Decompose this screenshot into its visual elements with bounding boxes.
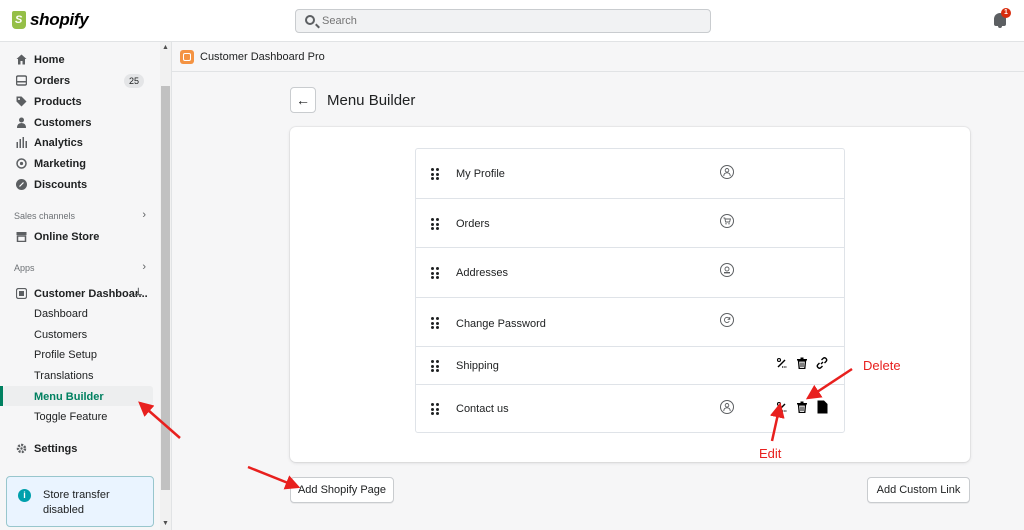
chevron-right-icon: › bbox=[142, 209, 146, 221]
sidebar-item-label: Discounts bbox=[34, 179, 88, 191]
shopify-logo[interactable]: shopify bbox=[12, 10, 89, 30]
shopify-bag-icon bbox=[12, 11, 26, 29]
sidebar-item-marketing[interactable]: Marketing bbox=[0, 154, 160, 174]
sidebar-item-label: Online Store bbox=[34, 231, 100, 243]
discount-icon bbox=[16, 179, 27, 190]
search-icon bbox=[305, 15, 315, 25]
menu-item-label: Addresses bbox=[456, 267, 508, 279]
sub-item-translations[interactable]: Translations bbox=[34, 370, 94, 382]
target-icon bbox=[16, 158, 27, 169]
brand-name: shopify bbox=[30, 10, 89, 29]
drag-handle-icon[interactable] bbox=[431, 267, 439, 279]
bar-chart-icon bbox=[16, 137, 27, 148]
edit-icon[interactable] bbox=[776, 401, 788, 413]
tag-icon bbox=[16, 96, 27, 107]
sub-item-dashboard[interactable]: Dashboard bbox=[34, 308, 88, 320]
delete-icon[interactable] bbox=[796, 357, 808, 370]
app-logo-icon bbox=[180, 50, 194, 64]
list-item[interactable]: Change Password bbox=[416, 298, 844, 347]
scroll-down-icon[interactable]: ▼ bbox=[162, 520, 169, 527]
drag-handle-icon[interactable] bbox=[431, 317, 439, 329]
sidebar-item-label: Orders bbox=[34, 75, 71, 87]
sidebar-item-products[interactable]: Products bbox=[0, 92, 160, 112]
list-item[interactable]: Orders bbox=[416, 199, 844, 248]
drag-handle-icon[interactable] bbox=[431, 403, 439, 415]
menu-item-label: Shipping bbox=[456, 360, 499, 372]
app-title: Customer Dashboard Pro bbox=[200, 51, 325, 63]
sidebar-item-label: Products bbox=[34, 96, 82, 108]
top-bar: shopify 1 bbox=[0, 0, 1024, 42]
sub-item-menu-builder[interactable]: Menu Builder bbox=[34, 391, 104, 403]
active-item-indicator bbox=[0, 386, 3, 406]
refresh-circle-icon bbox=[720, 313, 734, 327]
person-circle-icon bbox=[720, 400, 734, 414]
sidebar-item-label: Customers bbox=[34, 117, 92, 129]
sidebar-item-discounts[interactable]: Discounts bbox=[0, 175, 160, 195]
app-header: Customer Dashboard Pro bbox=[172, 42, 1024, 72]
drag-handle-icon[interactable] bbox=[431, 168, 439, 180]
cart-circle-icon bbox=[720, 214, 734, 228]
sidebar-item-label: Marketing bbox=[34, 158, 86, 170]
sidebar: Home Orders 25 Products Customers Analyt… bbox=[0, 42, 172, 530]
list-item[interactable]: Addresses bbox=[416, 248, 844, 298]
app-icon bbox=[16, 288, 27, 299]
apps-heading[interactable]: Apps › bbox=[14, 261, 146, 273]
list-item[interactable]: Shipping bbox=[416, 347, 844, 385]
orders-count-badge: 25 bbox=[124, 74, 144, 88]
drag-handle-icon[interactable] bbox=[431, 218, 439, 230]
orders-icon bbox=[16, 75, 27, 86]
sidebar-item-app[interactable]: Customer Dashboar... ⊥ bbox=[0, 284, 160, 304]
sidebar-item-customers[interactable]: Customers bbox=[0, 113, 160, 133]
menu-item-label: My Profile bbox=[456, 168, 505, 180]
page-icon[interactable] bbox=[816, 400, 828, 414]
menu-list: My Profile Orders Addresses Change Passw… bbox=[415, 148, 845, 433]
sidebar-item-label: Customer Dashboar... bbox=[34, 288, 148, 300]
menu-item-label: Contact us bbox=[456, 403, 509, 415]
store-transfer-banner: i Store transfer disabled bbox=[6, 476, 154, 527]
sidebar-item-settings[interactable]: Settings bbox=[0, 439, 160, 459]
sales-channels-heading[interactable]: Sales channels › bbox=[14, 209, 146, 221]
sub-item-customers[interactable]: Customers bbox=[34, 329, 87, 341]
sidebar-item-analytics[interactable]: Analytics bbox=[0, 133, 160, 153]
sidebar-item-label: Settings bbox=[34, 443, 78, 455]
person-circle-icon bbox=[720, 165, 734, 179]
back-button[interactable]: ← bbox=[290, 87, 316, 113]
scroll-up-icon[interactable]: ▲ bbox=[162, 44, 169, 51]
apps-label: Apps bbox=[14, 263, 35, 273]
home-icon bbox=[16, 54, 27, 65]
sub-item-profile-setup[interactable]: Profile Setup bbox=[34, 349, 97, 361]
add-shopify-page-button[interactable]: Add Shopify Page bbox=[290, 477, 394, 503]
drag-handle-icon[interactable] bbox=[431, 360, 439, 372]
menu-item-label: Orders bbox=[456, 218, 490, 230]
store-icon bbox=[16, 231, 27, 242]
add-custom-link-button[interactable]: Add Custom Link bbox=[867, 477, 970, 503]
sales-channels-label: Sales channels bbox=[14, 211, 76, 221]
delete-icon[interactable] bbox=[796, 401, 808, 414]
edit-annotation: Edit bbox=[759, 446, 782, 461]
sub-item-toggle-feature[interactable]: Toggle Feature bbox=[34, 411, 107, 423]
address-circle-icon bbox=[720, 263, 734, 277]
chevron-right-icon: › bbox=[142, 261, 146, 273]
search-bar[interactable] bbox=[295, 9, 711, 33]
menu-item-label: Change Password bbox=[456, 318, 546, 330]
search-input[interactable] bbox=[322, 10, 702, 32]
edit-icon[interactable] bbox=[776, 357, 788, 369]
link-icon[interactable] bbox=[816, 357, 828, 369]
gear-icon bbox=[16, 443, 27, 454]
sidebar-item-label: Home bbox=[34, 54, 65, 66]
store-transfer-text: Store transfer disabled bbox=[43, 489, 110, 516]
delete-annotation: Delete bbox=[863, 358, 901, 373]
list-item[interactable]: My Profile bbox=[416, 149, 844, 199]
notification-badge: 1 bbox=[1001, 8, 1011, 18]
sidebar-item-online-store[interactable]: Online Store bbox=[0, 227, 160, 247]
person-icon bbox=[16, 117, 27, 128]
sidebar-item-label: Analytics bbox=[34, 137, 83, 149]
info-icon: i bbox=[18, 489, 31, 502]
sidebar-item-orders[interactable]: Orders 25 bbox=[0, 71, 160, 91]
sidebar-scrollbar-thumb[interactable] bbox=[161, 86, 170, 490]
page-title: Menu Builder bbox=[327, 92, 416, 109]
list-item[interactable]: Contact us bbox=[416, 385, 844, 433]
sidebar-item-home[interactable]: Home bbox=[0, 50, 160, 70]
pin-icon[interactable]: ⊥ bbox=[134, 287, 143, 298]
